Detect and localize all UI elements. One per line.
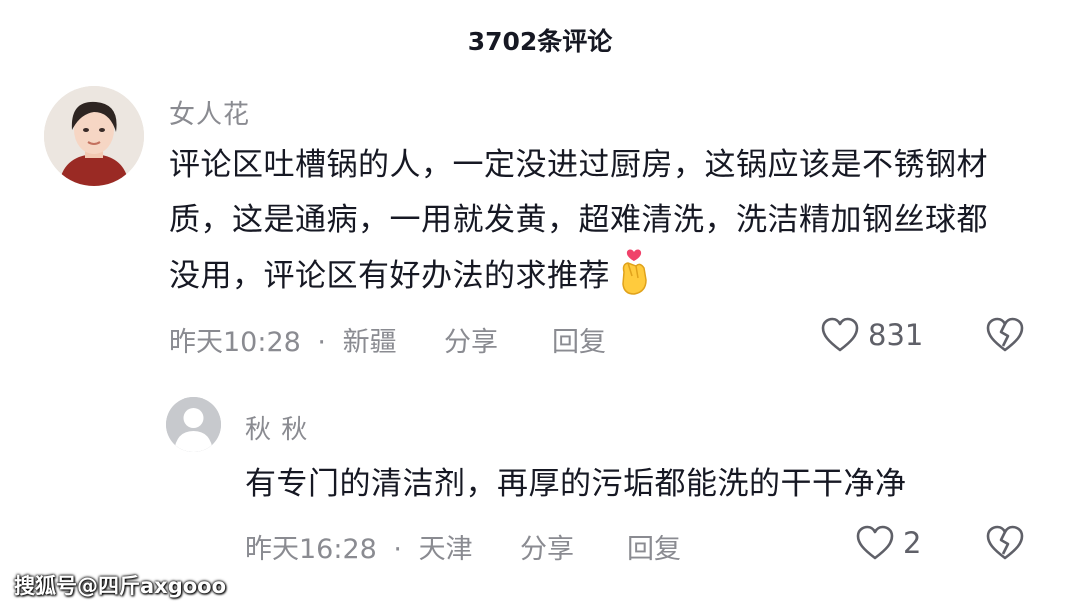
share-button[interactable]: 分享 bbox=[444, 320, 498, 359]
comment-text: 评论区吐槽锅的人，一定没进过厨房，这锅应该是不锈钢材质，这是通病，一用就发黄，超… bbox=[169, 138, 1019, 304]
reply-button[interactable]: 回复 bbox=[552, 320, 606, 359]
username[interactable]: 秋 秋 bbox=[245, 409, 308, 446]
heart-icon bbox=[856, 525, 894, 560]
comment-text: 有专门的清洁剂，再厚的污垢都能洗的干干净净 bbox=[245, 466, 907, 502]
avatar[interactable] bbox=[166, 397, 221, 452]
like-button[interactable]: 831 bbox=[820, 316, 923, 354]
comment-time: 昨天10:28 bbox=[169, 327, 301, 358]
comment-location: 天津 bbox=[418, 534, 473, 565]
comment-text-content: 评论区吐槽锅的人，一定没进过厨房，这锅应该是不锈钢材质，这是通病，一用就发黄，超… bbox=[169, 147, 988, 294]
reply-button[interactable]: 回复 bbox=[627, 527, 681, 566]
finger-heart-emoji-icon bbox=[622, 249, 647, 295]
dislike-button[interactable] bbox=[985, 524, 1025, 566]
broken-heart-icon bbox=[986, 525, 1024, 560]
broken-heart-icon bbox=[986, 317, 1024, 352]
username[interactable]: 女人花 bbox=[169, 94, 250, 131]
meta-separator: · bbox=[317, 327, 326, 358]
like-count: 831 bbox=[868, 318, 924, 352]
like-button[interactable]: 2 bbox=[855, 524, 921, 562]
comment-time: 昨天16:28 bbox=[245, 534, 377, 565]
watermark: 搜狐号@四斤axgooo bbox=[14, 574, 227, 598]
like-count: 2 bbox=[903, 526, 922, 560]
avatar[interactable] bbox=[44, 86, 144, 186]
user-photo-icon bbox=[44, 86, 144, 186]
dislike-button[interactable] bbox=[985, 316, 1025, 358]
share-button[interactable]: 分享 bbox=[520, 527, 574, 566]
heart-icon bbox=[821, 317, 859, 352]
comment-location: 新疆 bbox=[342, 327, 397, 358]
default-avatar-icon bbox=[166, 397, 221, 452]
comment-meta: 昨天16:28 · 天津 bbox=[245, 527, 473, 566]
meta-separator: · bbox=[393, 534, 402, 565]
comments-header-title: 3702条评论 bbox=[467, 27, 613, 56]
comment-meta: 昨天10:28 · 新疆 bbox=[169, 320, 397, 359]
